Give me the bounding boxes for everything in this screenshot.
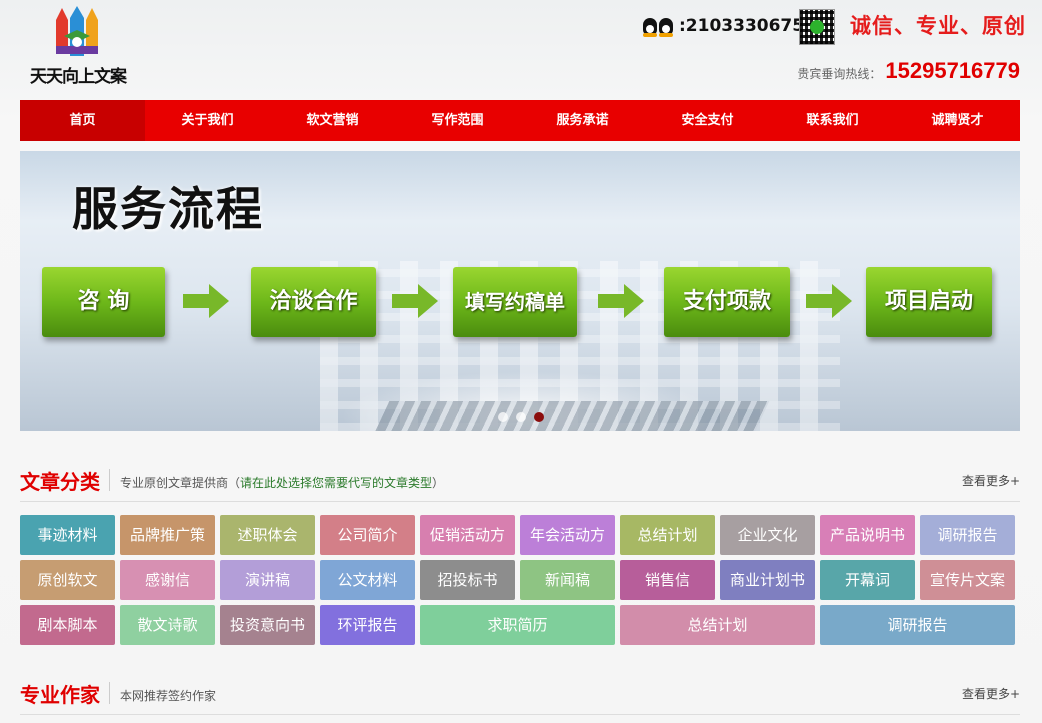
- section-title: 专业作家: [20, 683, 100, 707]
- category-item[interactable]: 投资意向书: [220, 605, 315, 645]
- category-item[interactable]: 总结计划: [620, 515, 715, 555]
- main-nav: 首页 关于我们 软文营销 写作范围 服务承诺 安全支付 联系我们 诚聘贤才: [20, 100, 1020, 141]
- category-item[interactable]: 开幕词: [820, 560, 915, 600]
- site-header: 天天向上文案 :2103330675 诚信、专业、原创 贵宾垂询热线： 1529…: [0, 0, 1042, 100]
- qq-penguin-icon: [643, 17, 657, 37]
- nav-item-scope[interactable]: 写作范围: [395, 100, 520, 141]
- step-start: 项目启动: [866, 267, 992, 337]
- step-fill-form: 填写约稿单: [453, 267, 577, 337]
- pencils-logo-icon: [56, 6, 98, 56]
- category-item[interactable]: 环评报告: [320, 605, 415, 645]
- hotline: 贵宾垂询热线： 15295716779: [797, 58, 1020, 84]
- section-title: 文章分类: [20, 470, 100, 494]
- nav-item-contact[interactable]: 联系我们: [770, 100, 895, 141]
- slogan: 诚信、专业、原创: [850, 14, 1026, 38]
- slider-dots: [498, 412, 552, 422]
- section-desc: 本网推荐签约作家: [120, 689, 217, 703]
- slider-dot[interactable]: [516, 412, 526, 422]
- nav-item-about[interactable]: 关于我们: [145, 100, 270, 141]
- arrow-right-icon: [392, 284, 438, 318]
- hotline-label: 贵宾垂询热线：: [797, 67, 882, 81]
- category-item[interactable]: 新闻稿: [520, 560, 615, 600]
- arrow-right-icon: [598, 284, 644, 318]
- arrow-right-icon: [806, 284, 852, 318]
- nav-item-marketing[interactable]: 软文营销: [270, 100, 395, 141]
- logo-text: 天天向上文案: [30, 67, 127, 87]
- category-item[interactable]: 产品说明书: [820, 515, 915, 555]
- section-hint: 请在此处选择您需要代写的文章类型: [240, 476, 433, 490]
- category-item[interactable]: 公司简介: [320, 515, 415, 555]
- article-section-header: 文章分类 专业原创文章提供商（请在此处选择您需要代写的文章类型） 查看更多+: [20, 466, 1020, 502]
- qq-contact[interactable]: :2103330675: [643, 16, 805, 37]
- nav-item-jobs[interactable]: 诚聘贤才: [895, 100, 1020, 141]
- category-item[interactable]: 求职简历: [420, 605, 615, 645]
- slider-dot[interactable]: [498, 412, 508, 422]
- category-item[interactable]: 年会活动方: [520, 515, 615, 555]
- nav-item-promise[interactable]: 服务承诺: [520, 100, 645, 141]
- step-consult: 咨 询: [42, 267, 165, 337]
- category-item[interactable]: 调研报告: [920, 515, 1015, 555]
- category-item[interactable]: 事迹材料: [20, 515, 115, 555]
- category-item[interactable]: 促销活动方: [420, 515, 515, 555]
- nav-item-home[interactable]: 首页: [20, 100, 145, 141]
- category-item[interactable]: 原创软文: [20, 560, 115, 600]
- category-item[interactable]: 总结计划: [620, 605, 815, 645]
- slider-dot-active[interactable]: [534, 412, 544, 422]
- more-link[interactable]: 查看更多+: [962, 685, 1020, 702]
- more-link[interactable]: 查看更多+: [962, 472, 1020, 489]
- arrow-right-icon: [183, 284, 229, 318]
- category-item[interactable]: 销售信: [620, 560, 715, 600]
- category-item[interactable]: 品牌推广策: [120, 515, 215, 555]
- step-payment: 支付项款: [664, 267, 790, 337]
- category-item[interactable]: 企业文化: [720, 515, 815, 555]
- category-item[interactable]: 述职体会: [220, 515, 315, 555]
- category-item[interactable]: 调研报告: [820, 605, 1015, 645]
- category-item[interactable]: 公文材料: [320, 560, 415, 600]
- category-item[interactable]: 感谢信: [120, 560, 215, 600]
- site-logo[interactable]: 天天向上文案: [22, 6, 134, 87]
- category-item[interactable]: 宣传片文案: [920, 560, 1015, 600]
- category-item[interactable]: 商业计划书: [720, 560, 815, 600]
- category-item[interactable]: 招投标书: [420, 560, 515, 600]
- writers-section-header: 专业作家 本网推荐签约作家 查看更多+: [20, 679, 1020, 715]
- category-item[interactable]: 散文诗歌: [120, 605, 215, 645]
- section-desc: 专业原创文章提供商（请在此处选择您需要代写的文章类型）: [120, 476, 445, 490]
- category-item[interactable]: 剧本脚本: [20, 605, 115, 645]
- qq-penguin-icon: [659, 17, 673, 37]
- hotline-number: 15295716779: [885, 58, 1020, 83]
- qq-number: :2103330675: [679, 16, 805, 36]
- nav-item-payment[interactable]: 安全支付: [645, 100, 770, 141]
- category-item[interactable]: 演讲稿: [220, 560, 315, 600]
- banner-slider[interactable]: 服务流程 咨 询 洽谈合作 填写约稿单 支付项款 项目启动: [20, 151, 1020, 431]
- wechat-qrcode-icon: [799, 9, 835, 45]
- step-negotiate: 洽谈合作: [251, 267, 376, 337]
- banner-title: 服务流程: [72, 182, 264, 236]
